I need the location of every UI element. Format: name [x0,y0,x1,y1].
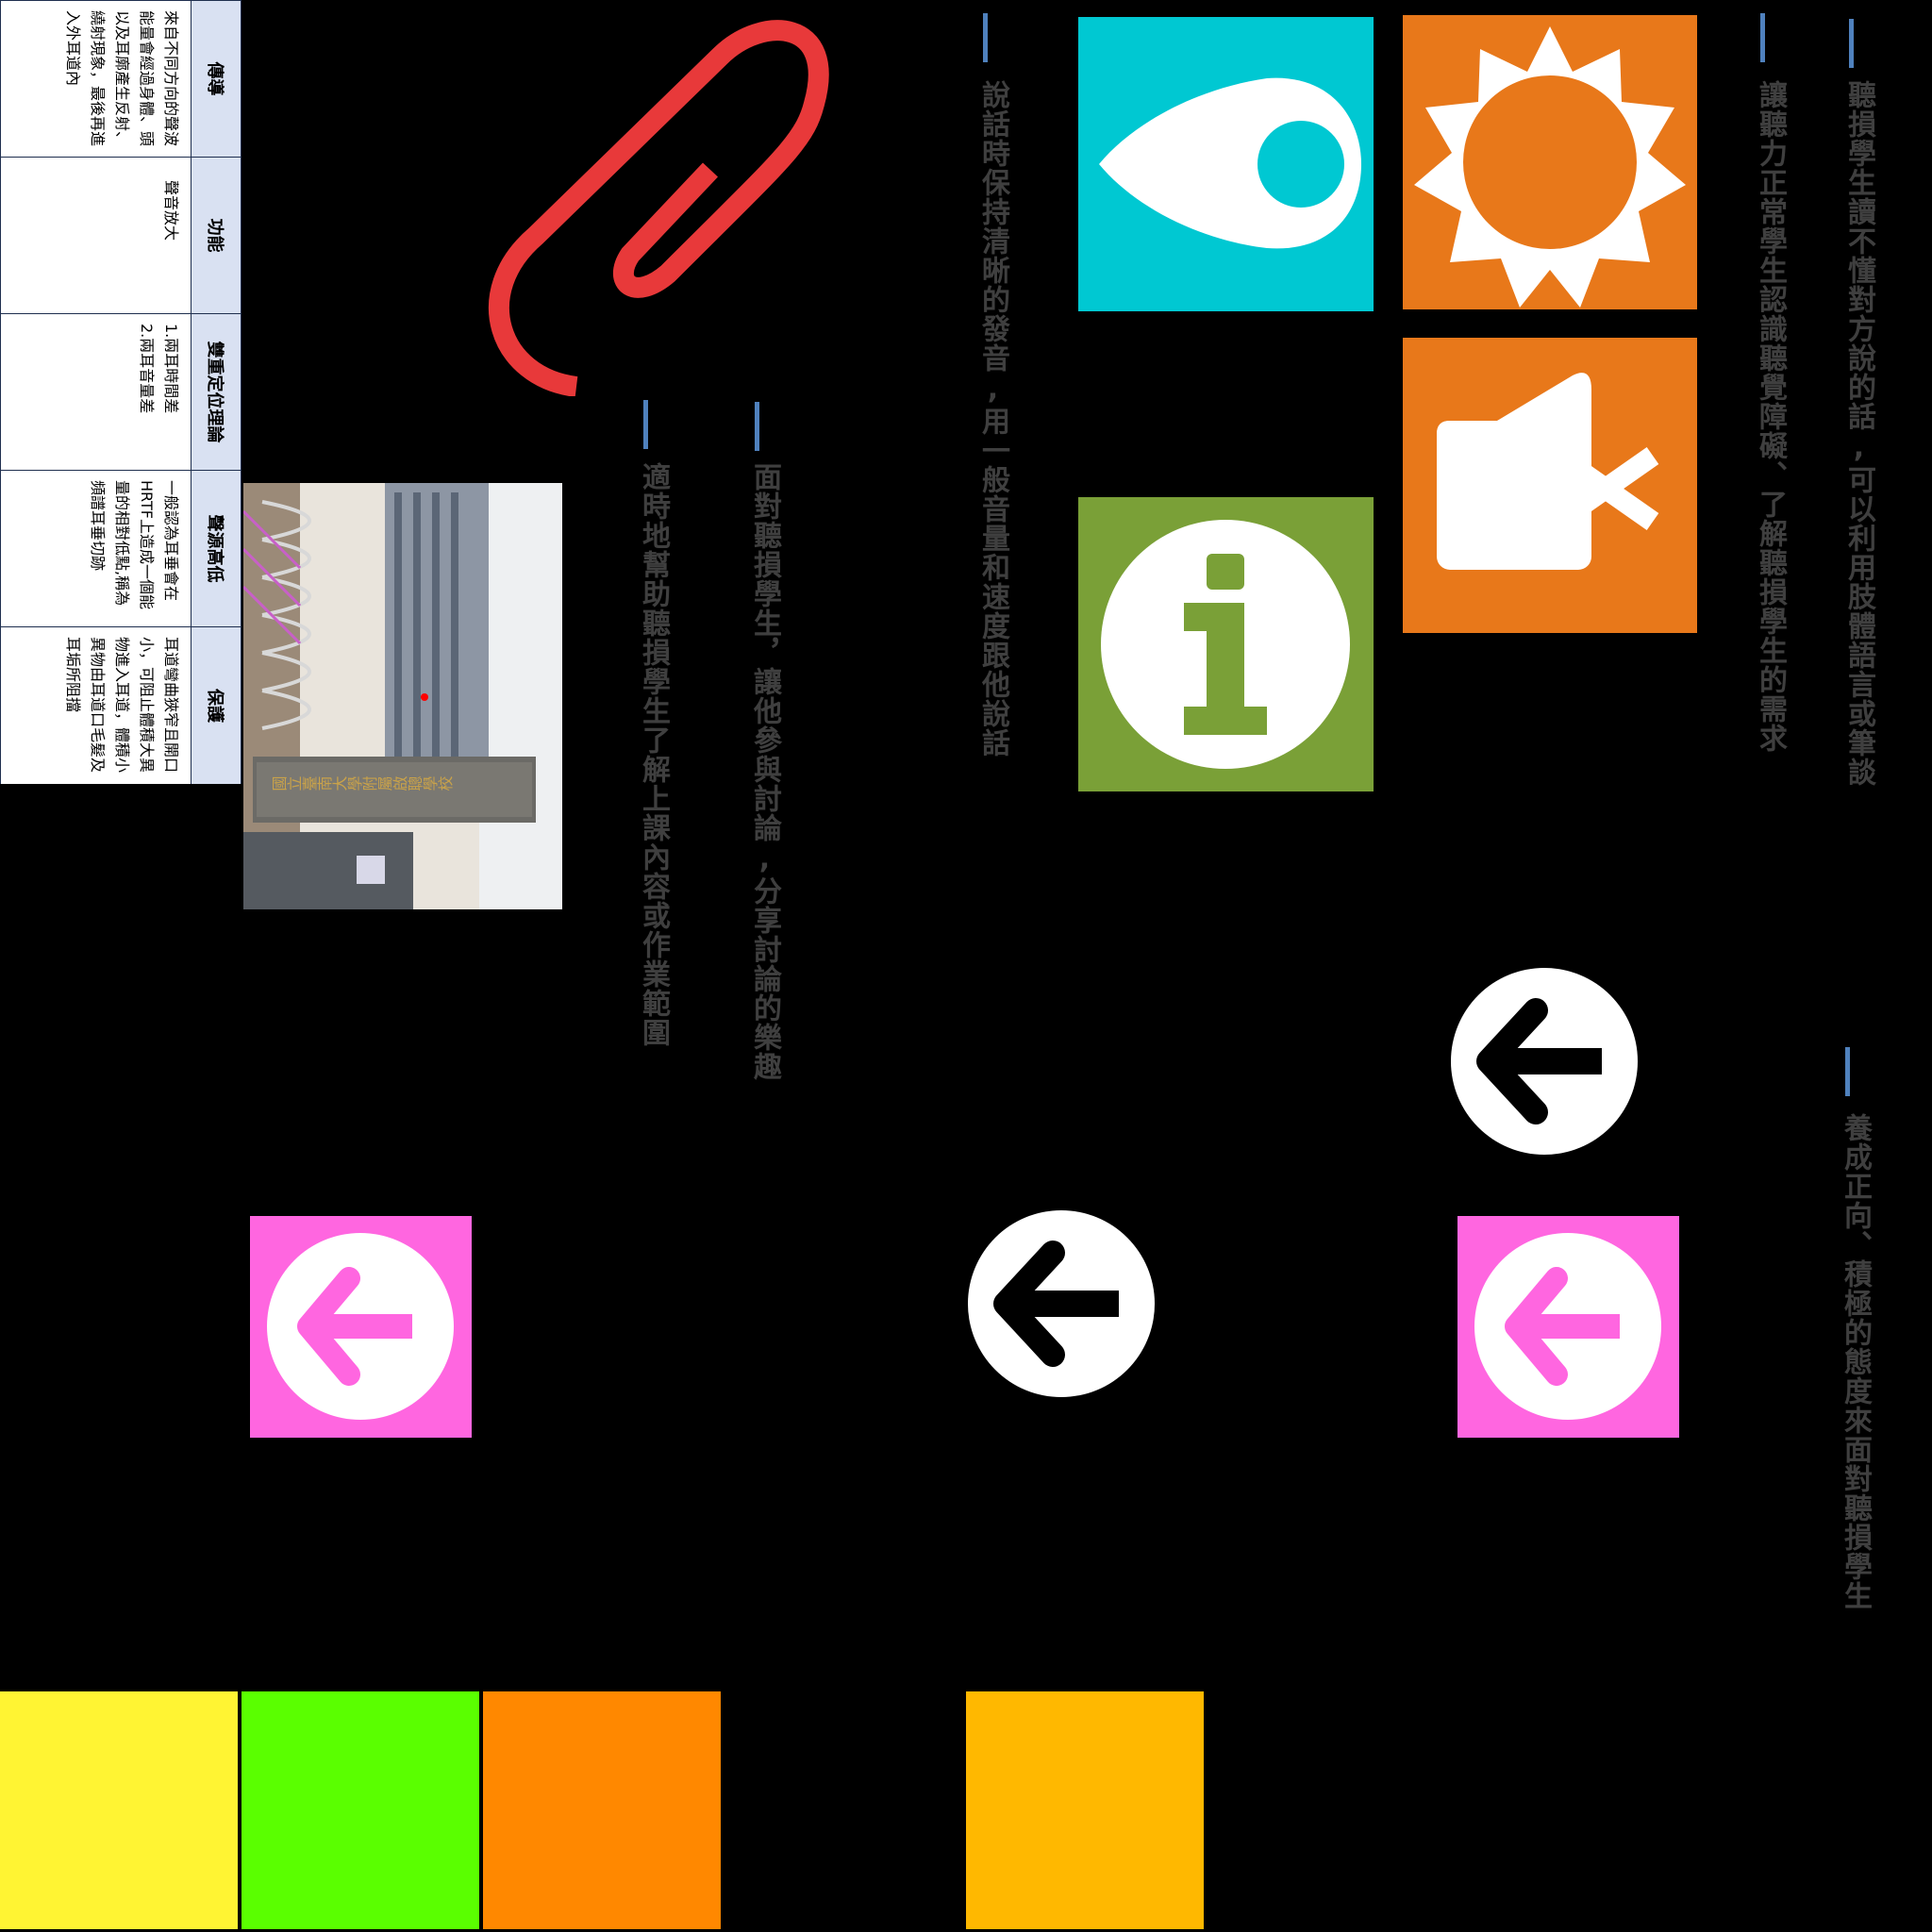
table-header-function: 功能 [191,157,242,314]
accent-bar-2 [1760,13,1765,62]
accent-bar-5 [643,400,648,449]
orange-block [483,1691,721,1929]
table-cell-conduction: 來自不同方向的聲波能量會經過身體、頭以及耳廓產生反射、繞射現象，最後再進入外耳道… [0,0,192,158]
info-tile[interactable] [1078,497,1374,791]
table-header-localization: 雙重定位理論 [191,313,242,471]
tip-text-3: 說話時保持清晰的發音,用一般音量和速度跟他說話 [976,80,1009,758]
location-tile[interactable] [1078,17,1374,311]
amber-block [966,1691,1204,1929]
back-button-2[interactable] [968,1210,1155,1397]
table-header-conduction: 傳導 [191,0,242,158]
sun-tile[interactable] [1403,15,1697,309]
table-cell-function: 聲音放大 [0,157,192,314]
accent-bar-6 [1845,1047,1850,1096]
table-row: 來自不同方向的聲波能量會經過身體、頭以及耳廓產生反射、繞射現象，最後再進入外耳道… [0,0,192,784]
pink-back-button-2[interactable] [1457,1216,1679,1438]
table-cell-protection: 耳道彎曲狹窄且開口小，可阻止體積大異物進入耳道，體積小異物由耳道口毛髮及耳垢所阻… [0,626,192,784]
back-arrow-icon [267,1233,454,1420]
mute-tile[interactable] [1403,338,1697,633]
tip-text-1: 聽損學生讀不懂對方說的話,可以利用肢體語言或筆談 [1842,80,1875,787]
accent-bar-3 [983,13,988,62]
yellow-block [0,1691,238,1929]
lime-block [242,1691,479,1929]
table-header-protection: 保護 [191,626,242,784]
accent-bar-4 [755,402,759,451]
table-cell-localization: 1.兩耳時間差 2.兩耳音量差 [0,313,192,471]
hearing-info-table: 傳導 功能 雙重定位理論 聲源高低 保護 來自不同方向的聲波能量會經過身體、頭以… [0,0,242,784]
speaker-mute-icon [1437,373,1659,570]
table-cell-pitch: 一般認為耳垂會在HRTF上造成一個能量的相對低點,稱為頻譜耳垂切跡 [0,470,192,627]
back-arrow-icon [968,1210,1155,1397]
info-table: 傳導 功能 雙重定位理論 聲源高低 保護 來自不同方向的聲波能量會經過身體、頭以… [0,0,242,784]
school-gate-photo: 國立臺南大學附屬啟聰學校 [243,483,562,909]
pink-back-button-1[interactable] [250,1216,472,1438]
tip-text-2: 讓聽力正常學生認識聽覺障礙、了解聽損學生的需求 [1754,80,1787,753]
tip-text-6: 養成正向、積極的態度來面對聽損學生 [1839,1113,1872,1610]
school-sign-text: 國立臺南大學附屬啟聰學校 [272,776,453,794]
sun-icon [1414,26,1686,308]
table-header-pitch: 聲源高低 [191,470,242,627]
location-pin-icon [1099,77,1361,249]
info-icon [1101,520,1350,769]
back-arrow-icon [1451,968,1638,1155]
accent-bar-1 [1849,19,1854,68]
back-arrow-icon [1474,1233,1661,1420]
back-button-1[interactable] [1451,968,1638,1155]
tip-text-5: 適時地幫助聽損學生了解上課內容或作業範圍 [637,462,670,1047]
tip-text-4: 面對聽損學生，讓他參與討論,分享討論的樂趣 [748,462,781,1081]
paperclip-icon [481,0,830,396]
